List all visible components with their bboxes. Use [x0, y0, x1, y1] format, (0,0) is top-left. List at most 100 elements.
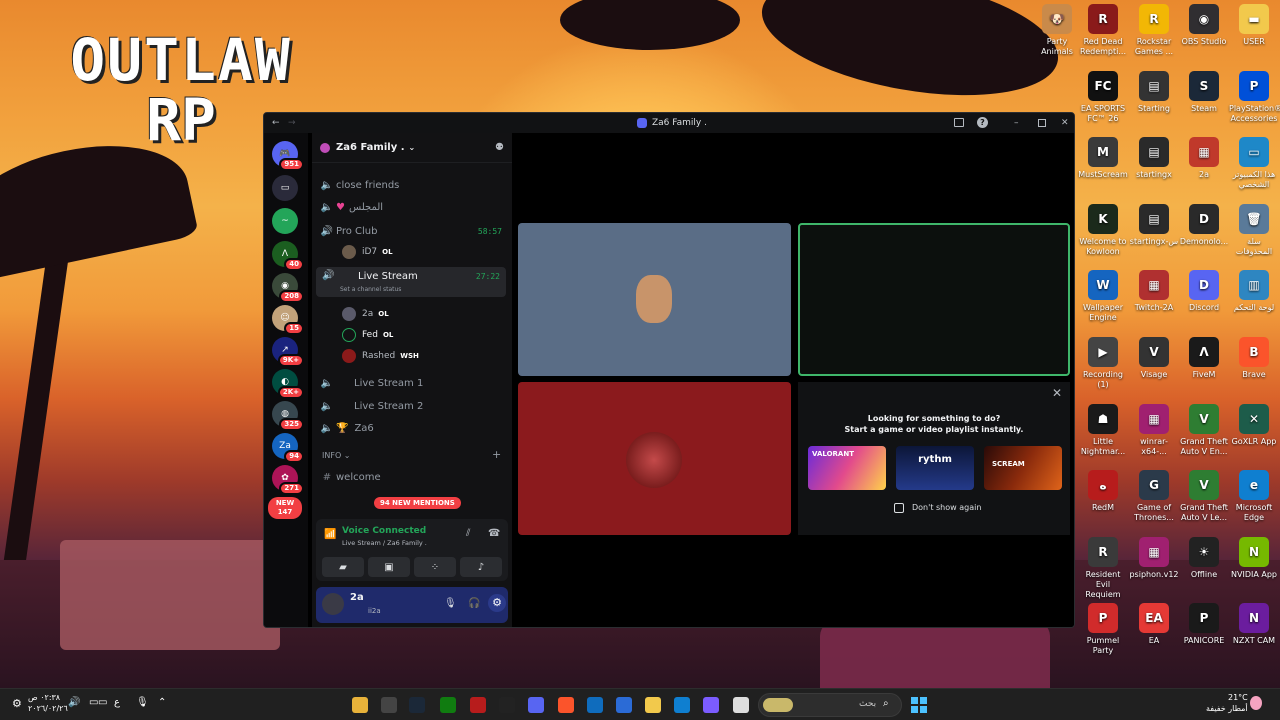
- desktop-icon[interactable]: ▥ لوحة التحكم: [1229, 270, 1279, 313]
- display-icon[interactable]: ▭: [98, 697, 107, 708]
- desktop-icon[interactable]: B Brave: [1229, 337, 1279, 380]
- desktop-icon[interactable]: ▭ هذا الكمبيوتر الشخصي: [1229, 137, 1279, 190]
- voice-channel-live-stream-2[interactable]: 🔈 Live Stream 2: [318, 396, 506, 416]
- headphones-icon[interactable]: 🎧: [468, 598, 480, 609]
- taskbar-app-discord[interactable]: [528, 697, 544, 713]
- desktop-icon[interactable]: K Welcome to Kowloon: [1078, 203, 1128, 257]
- desktop-icon[interactable]: 🗑 سلة المحذوفات: [1229, 203, 1279, 257]
- desktop-icon[interactable]: e Microsoft Edge: [1229, 470, 1279, 523]
- desktop-icon[interactable]: ▤ Starting: [1129, 70, 1179, 114]
- category-info[interactable]: INFO ⌄: [322, 451, 351, 460]
- voice-location[interactable]: Live Stream / Za6 Family .: [342, 539, 427, 547]
- server-header[interactable]: Za6 Family . ⌄ ⚉: [312, 133, 512, 163]
- participant-tile-fed[interactable]: [798, 223, 1070, 376]
- desktop-icon[interactable]: R Resident Evil Requiem: [1078, 536, 1128, 600]
- desktop-icon[interactable]: ▤ startingx-س: [1129, 203, 1179, 247]
- taskbar-app-edge[interactable]: [674, 697, 690, 713]
- desktop-icon[interactable]: P PlayStation® Accessories: [1229, 70, 1280, 124]
- desktop-icon[interactable]: ▬ USER: [1229, 4, 1279, 47]
- desktop-icon[interactable]: ه RedM: [1078, 470, 1128, 513]
- disconnect-icon[interactable]: ☎: [488, 528, 500, 539]
- forward-arrow-icon[interactable]: →: [288, 118, 296, 128]
- dont-show-checkbox[interactable]: [894, 503, 904, 513]
- desktop-icon[interactable]: M MustScream: [1078, 137, 1128, 180]
- clock-date[interactable]: ٢٠٢٦/٠٢/٢٦: [28, 704, 68, 713]
- server-icon[interactable]: ✿ 271: [272, 465, 304, 495]
- microphone-icon[interactable]: 🎙: [444, 598, 457, 609]
- server-icon[interactable]: Za 94: [272, 433, 304, 463]
- taskbar-app-task-view[interactable]: [733, 697, 749, 713]
- server-icon[interactable]: ~: [272, 208, 298, 234]
- desktop-icon[interactable]: N NVIDIA App: [1229, 536, 1279, 580]
- activities-button[interactable]: ⁘: [414, 557, 456, 577]
- desktop-icon[interactable]: 🐶 Party Animals: [1032, 4, 1082, 57]
- participant-tile-rashed[interactable]: [518, 382, 791, 535]
- taskbar-app-redm[interactable]: [470, 697, 486, 713]
- desktop-icon[interactable]: R Rockstar Games ...: [1129, 4, 1179, 57]
- clock-time[interactable]: ٠٢:٣٨ ص: [28, 693, 60, 702]
- desktop-icon[interactable]: ☗ Little Nightmar...: [1078, 403, 1128, 457]
- desktop-icon[interactable]: ▦ Twitch-2A: [1129, 270, 1179, 313]
- desktop-icon[interactable]: P Pummel Party: [1078, 603, 1128, 656]
- desktop-icon[interactable]: S Steam: [1179, 70, 1229, 114]
- desktop-icon[interactable]: D Discord: [1179, 270, 1229, 313]
- desktop-icon[interactable]: EA EA: [1129, 603, 1179, 646]
- desktop-icon[interactable]: W Wallpaper Engine: [1078, 270, 1128, 323]
- desktop-icon[interactable]: D Demonolo...: [1179, 203, 1229, 247]
- taskbar-app-copilot[interactable]: [703, 697, 719, 713]
- server-icon[interactable]: ☺ 15: [272, 305, 304, 335]
- taskbar-app-brave[interactable]: [558, 697, 574, 713]
- taskbar-app-explorer-colorful[interactable]: [352, 697, 368, 713]
- channel-status[interactable]: Set a channel status: [340, 286, 401, 293]
- desktop-icon[interactable]: P PANICORE: [1179, 603, 1229, 646]
- desktop-icon[interactable]: G Game of Thrones...: [1129, 470, 1179, 523]
- taskbar-app-steam[interactable]: [409, 697, 425, 713]
- add-channel-icon[interactable]: +: [492, 448, 501, 461]
- server-icon[interactable]: Λ 40: [272, 241, 304, 271]
- new-mentions-pill[interactable]: 94 NEW MENTIONS: [374, 497, 461, 509]
- voice-user-id7[interactable]: iD7 OL: [342, 243, 393, 261]
- desktop-icon[interactable]: ▶ Recording (1): [1078, 337, 1128, 390]
- server-icon[interactable]: ▭: [272, 175, 298, 201]
- voice-channel-pro-club[interactable]: 🔊 Pro Club 58:57: [318, 221, 506, 241]
- help-icon[interactable]: ?: [977, 117, 988, 128]
- minimize-button[interactable]: –: [1014, 118, 1019, 128]
- desktop-icon[interactable]: V Grand Theft Auto V Le...: [1179, 470, 1229, 523]
- camera-button[interactable]: ▰: [322, 557, 364, 577]
- maximize-button[interactable]: [1038, 119, 1046, 127]
- server-icon[interactable]: ◐ 2K+: [272, 369, 304, 399]
- desktop-icon[interactable]: N NZXT CAM: [1229, 603, 1279, 646]
- desktop-icon[interactable]: ◉ OBS Studio: [1179, 4, 1229, 47]
- desktop-icon[interactable]: V Grand Theft Auto V En...: [1179, 403, 1229, 457]
- gear-icon[interactable]: ⚙: [488, 594, 506, 612]
- soundboard-button[interactable]: ♪: [460, 557, 502, 577]
- server-icon[interactable]: ↗ 9K+: [272, 337, 304, 367]
- desktop-icon[interactable]: ▦ winrar-x64-...: [1129, 403, 1179, 457]
- start-button[interactable]: [911, 697, 927, 713]
- taskbar-search[interactable]: بحث ⌕: [758, 693, 902, 717]
- activity-card-rythm[interactable]: rythm: [896, 446, 974, 490]
- desktop-icon[interactable]: ▦ 2a: [1179, 137, 1229, 180]
- settings-tray-icon[interactable]: ⚙: [12, 697, 22, 710]
- weather-icon[interactable]: [1250, 696, 1262, 710]
- participant-tile-2a[interactable]: [518, 223, 791, 376]
- activity-card-scream[interactable]: SCREAM: [984, 446, 1062, 490]
- add-member-icon[interactable]: ⚉: [495, 142, 504, 153]
- noise-suppression-icon[interactable]: ⫽: [466, 528, 470, 539]
- desktop-icon[interactable]: V Visage: [1129, 337, 1179, 380]
- taskbar-app-fivem[interactable]: [499, 697, 515, 713]
- taskbar-app-xbox[interactable]: [440, 697, 456, 713]
- desktop-icon[interactable]: ✕ GoXLR App: [1229, 403, 1279, 447]
- inbox-icon[interactable]: [954, 118, 964, 127]
- voice-channel-za6[interactable]: 🔈 🏆 Za6: [318, 418, 506, 438]
- desktop-icon[interactable]: ☀ Offline: [1179, 536, 1229, 580]
- avatar[interactable]: [322, 593, 344, 615]
- volume-icon[interactable]: 🔊: [68, 697, 80, 708]
- desktop-icon[interactable]: ▦ psiphon.v12: [1129, 536, 1179, 580]
- voice-user-2a[interactable]: 2a OL: [342, 305, 389, 323]
- desktop-icon[interactable]: R Red Dead Redempti...: [1078, 4, 1128, 57]
- weather-temp[interactable]: 21°C: [1228, 693, 1248, 702]
- taskbar-app-store[interactable]: [616, 697, 632, 713]
- voice-channel-close-friends[interactable]: 🔈 close friends: [318, 175, 506, 195]
- new-unreads-badge[interactable]: NEW 147: [268, 497, 302, 519]
